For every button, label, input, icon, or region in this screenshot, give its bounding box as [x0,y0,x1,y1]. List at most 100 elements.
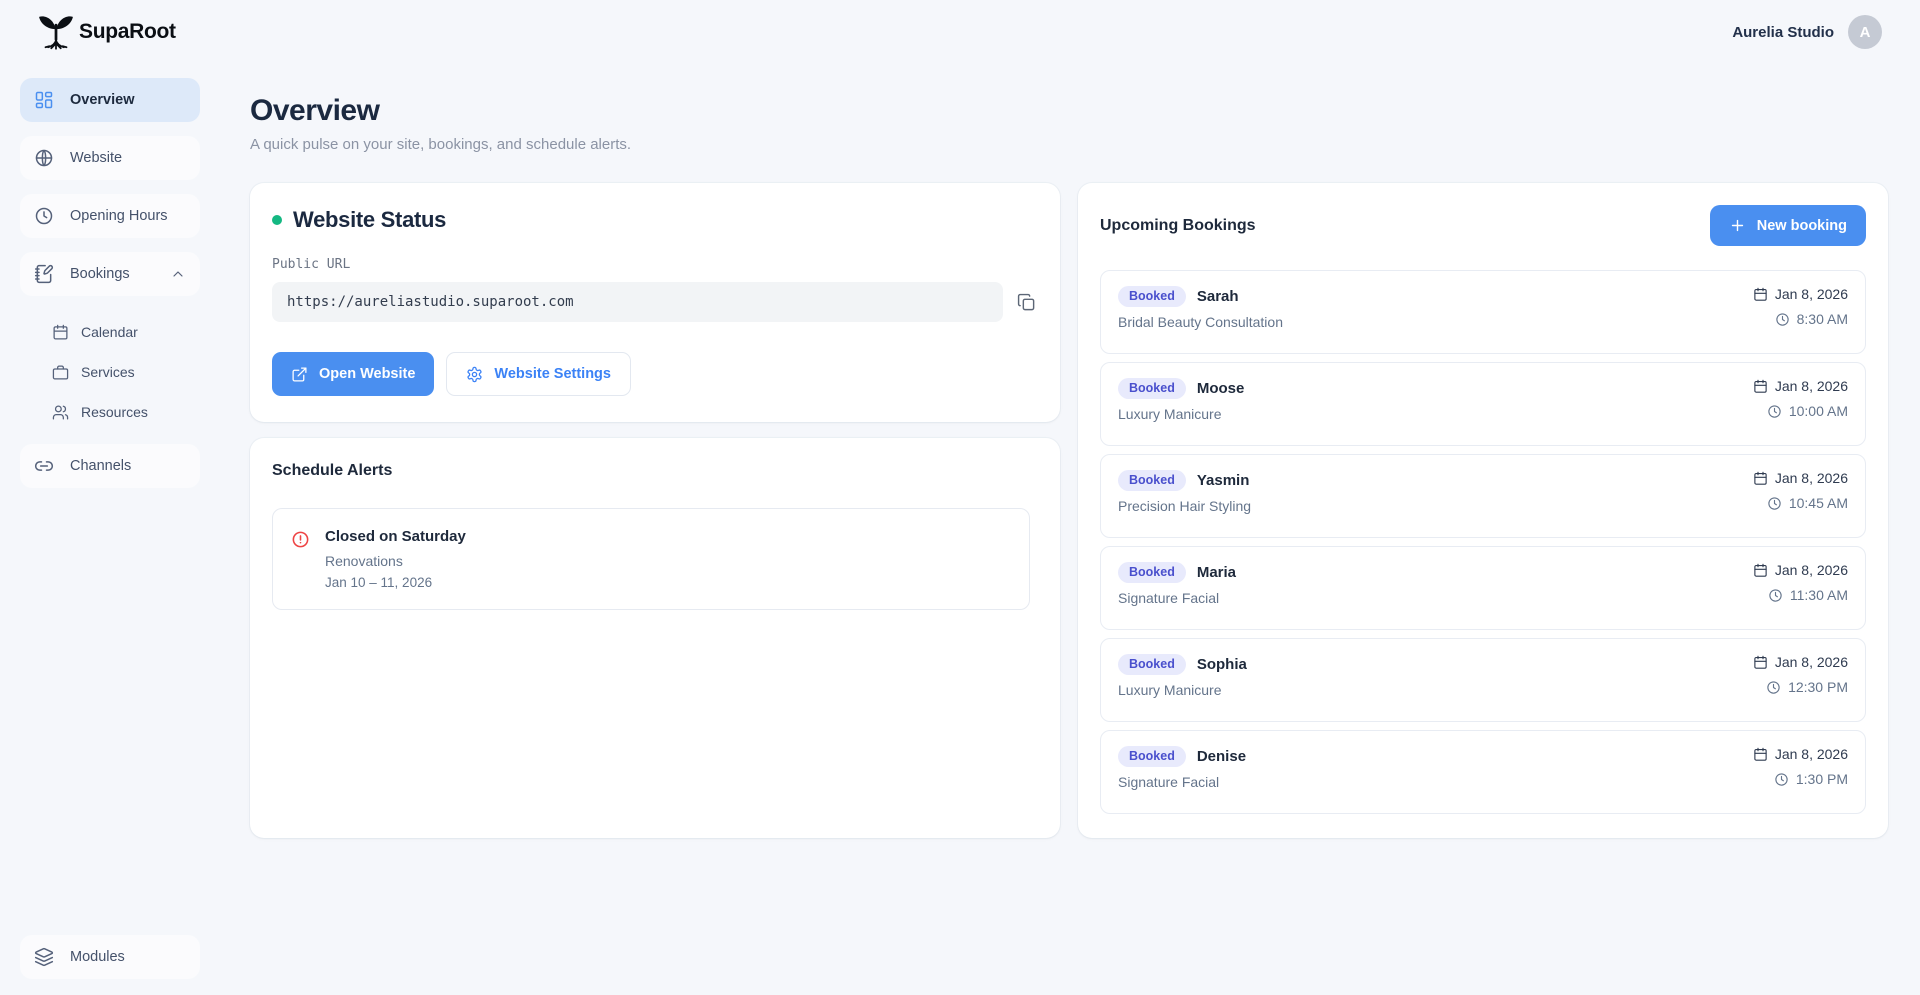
booking-service: Precision Hair Styling [1118,498,1251,514]
link-icon [34,456,54,476]
sidebar-item-label: Calendar [81,324,138,340]
gear-icon [466,366,483,383]
clock-icon [34,206,54,226]
public-url-input[interactable] [272,282,1003,322]
sidebar-item-resources[interactable]: Resources [20,394,200,430]
clock-icon [1775,312,1790,327]
clock-icon [1768,588,1783,603]
booking-row[interactable]: Booked Sarah Bridal Beauty Consultation … [1100,270,1866,354]
schedule-alerts-title: Schedule Alerts [272,462,1038,480]
booking-row[interactable]: Booked Yasmin Precision Hair Styling Jan… [1100,454,1866,538]
open-website-label: Open Website [319,366,415,382]
sidebar-item-label: Website [70,150,122,166]
alert-dates: Jan 10 – 11, 2026 [325,575,466,590]
seedling-logo-icon [35,10,77,54]
users-icon [52,404,69,421]
alert-circle-icon [291,530,310,549]
booking-name: Moose [1197,380,1245,397]
calendar-icon [1753,379,1768,394]
booking-date: Jan 8, 2026 [1775,746,1848,762]
booking-name: Yasmin [1197,472,1250,489]
main-content: Overview A quick pulse on your site, boo… [210,64,1920,995]
booking-date: Jan 8, 2026 [1775,378,1848,394]
booking-service: Signature Facial [1118,590,1236,606]
external-link-icon [291,366,308,383]
sidebar-item-bookings[interactable]: Bookings [20,252,200,296]
sidebar-item-label: Channels [70,458,131,474]
booking-service: Bridal Beauty Consultation [1118,314,1283,330]
booking-date: Jan 8, 2026 [1775,562,1848,578]
sidebar-item-label: Bookings [70,266,130,282]
new-booking-label: New booking [1757,218,1847,234]
calendar-icon [52,324,69,341]
page-title: Overview [250,94,1888,128]
left-column: Website Status Public URL [250,183,1060,838]
account-menu[interactable]: Aurelia Studio A [1732,15,1882,49]
booking-row[interactable]: Booked Moose Luxury Manicure Jan 8, 2026… [1100,362,1866,446]
sidebar-item-channels[interactable]: Channels [20,444,200,488]
calendar-icon [1753,287,1768,302]
booking-row[interactable]: Booked Sophia Luxury Manicure Jan 8, 202… [1100,638,1866,722]
sidebar-item-label: Services [81,364,135,380]
schedule-alerts-card: Schedule Alerts Closed on Saturday Renov… [250,438,1060,838]
booking-service: Luxury Manicure [1118,682,1247,698]
brand-name: SupaRoot [79,20,176,44]
avatar[interactable]: A [1848,15,1882,49]
booking-service: Luxury Manicure [1118,406,1244,422]
clock-icon [1774,772,1789,787]
booking-list: Booked Sarah Bridal Beauty Consultation … [1100,270,1866,814]
website-settings-label: Website Settings [494,366,611,382]
sidebar-item-modules[interactable]: Modules [20,935,200,979]
sidebar-item-website[interactable]: Website [20,136,200,180]
chevron-up-icon[interactable] [170,266,186,282]
booking-time: 1:30 PM [1796,771,1848,787]
website-status-card: Website Status Public URL [250,183,1060,422]
copy-icon [1017,293,1036,312]
open-website-button[interactable]: Open Website [272,352,434,396]
booking-name: Denise [1197,748,1246,765]
booking-service: Signature Facial [1118,774,1246,790]
booking-row[interactable]: Booked Maria Signature Facial Jan 8, 202… [1100,546,1866,630]
briefcase-icon [52,364,69,381]
website-settings-button[interactable]: Website Settings [446,352,631,396]
status-badge: Booked [1118,654,1186,675]
sidebar-item-overview[interactable]: Overview [20,78,200,122]
sidebar-item-services[interactable]: Services [20,354,200,390]
clock-icon [1767,404,1782,419]
booking-time: 11:30 AM [1790,587,1848,603]
sidebar-item-label: Overview [70,92,135,108]
plus-icon [1729,217,1746,234]
clock-icon [1766,680,1781,695]
booking-time: 12:30 PM [1788,679,1848,695]
brand-logo[interactable]: SupaRoot [35,10,176,54]
status-dot [272,215,282,225]
sidebar-item-label: Modules [70,949,125,965]
clock-icon [1767,496,1782,511]
sidebar-item-opening-hours[interactable]: Opening Hours [20,194,200,238]
booking-date: Jan 8, 2026 [1775,654,1848,670]
public-url-label: Public URL [272,257,1038,272]
booking-row[interactable]: Booked Denise Signature Facial Jan 8, 20… [1100,730,1866,814]
sidebar: Overview Website Opening Hours [0,64,210,995]
status-badge: Booked [1118,378,1186,399]
status-badge: Booked [1118,470,1186,491]
alert-title: Closed on Saturday [325,528,466,545]
sidebar-item-calendar[interactable]: Calendar [20,314,200,350]
account-name: Aurelia Studio [1732,24,1834,41]
calendar-icon [1753,563,1768,578]
right-column: Upcoming Bookings New booking [1078,183,1888,838]
copy-url-button[interactable] [1015,291,1038,314]
dashboard-icon [34,90,54,110]
globe-icon [34,148,54,168]
notebook-pen-icon [34,264,54,284]
page-subtitle: A quick pulse on your site, bookings, an… [250,136,1888,153]
top-bar: SupaRoot Aurelia Studio A [0,0,1920,64]
calendar-icon [1753,471,1768,486]
booking-date: Jan 8, 2026 [1775,470,1848,486]
calendar-icon [1753,747,1768,762]
sidebar-item-label: Resources [81,404,148,420]
alert-reason: Renovations [325,553,466,569]
upcoming-bookings-title: Upcoming Bookings [1100,217,1256,235]
new-booking-button[interactable]: New booking [1710,205,1866,246]
booking-name: Sarah [1197,288,1239,305]
